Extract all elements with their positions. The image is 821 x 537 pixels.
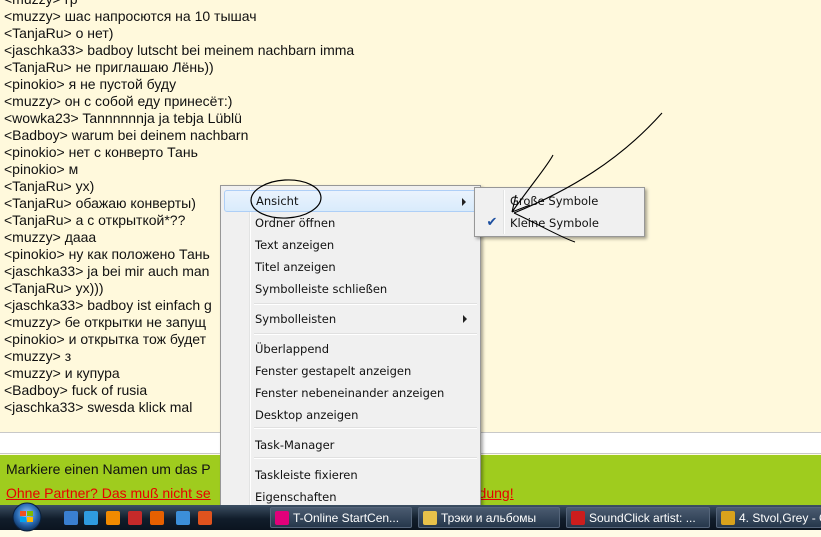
menu-separator — [254, 427, 477, 429]
taskbar-button[interactable]: 4. Stvol,Grey - O... — [716, 507, 821, 528]
menu-item-task-manager[interactable]: Task-Manager — [224, 434, 477, 456]
menu-item-kleine-symbole[interactable]: ✔ Kleine Symbole — [478, 212, 641, 234]
start-button[interactable] — [4, 502, 50, 532]
menu-item-taskleiste-fixieren[interactable]: Taskleiste fixieren — [224, 464, 477, 486]
menu-item-grosse-symbole[interactable]: Große Symbole — [478, 190, 641, 212]
taskbar-button[interactable]: Трэки и альбомы — [418, 507, 560, 528]
chat-message: <muzzy> шас напросются на 10 тышач — [4, 8, 257, 24]
menu-item-label: Überlappend — [255, 342, 330, 356]
browser-icon[interactable] — [198, 511, 212, 525]
submenu-arrow-icon — [463, 315, 467, 323]
chat-message: <wowka23> Tannnnnnja ja tebja Lüblü — [4, 110, 242, 126]
menu-item-label: Text anzeigen — [255, 238, 335, 252]
submenu-arrow-icon — [462, 198, 466, 206]
menu-item-label: Fenster nebeneinander anzeigen — [255, 386, 445, 400]
windows-orb-icon — [12, 502, 42, 532]
taskbar-context-menu: Ansicht Ordner öffnen Text anzeigen Titel a… — [220, 185, 481, 510]
chat-message: <TanjaRu> обажаю конверты) — [4, 195, 196, 211]
menu-item-label: Eigenschaften — [255, 490, 337, 504]
taskbar-button-label: 4. Stvol,Grey - O... — [739, 511, 821, 525]
menu-item-ordner-o-ffnen[interactable]: Ordner öffnen — [224, 212, 477, 234]
chat-message: <Badboy> warum bei deinem nachbarn — [4, 127, 249, 143]
menu-item-label: Ansicht — [256, 194, 299, 208]
ie-icon[interactable] — [176, 511, 190, 525]
taskbar-button-label: Трэки и альбомы — [441, 511, 537, 525]
view-submenu: Große Symbole ✔ Kleine Symbole — [474, 187, 645, 237]
info-hint-text: Markiere einen Namen um das P — [6, 461, 211, 477]
menu-item-label: Desktop anzeigen — [255, 408, 359, 422]
menu-item-symbolleisten[interactable]: Symbolleisten — [224, 308, 477, 330]
chat-message: <pinokio> м — [4, 161, 79, 177]
menu-item-label: Ordner öffnen — [255, 216, 336, 230]
menu-item-label: Task-Manager — [255, 438, 335, 452]
chat-message: <TanjaRu> о нет) — [4, 25, 114, 41]
chat-message: <Badboy> fuck of rusia — [4, 382, 148, 398]
chat-message: <TanjaRu> ух))) — [4, 280, 104, 296]
chat-message: <TanjaRu> не приглашаю Лёнь)) — [4, 59, 214, 75]
menu-item-u-berlappend[interactable]: Überlappend — [224, 338, 477, 360]
opera-icon — [571, 511, 585, 525]
menu-item-label: Kleine Symbole — [510, 216, 599, 230]
menu-item-label: Titel anzeigen — [255, 260, 336, 274]
chat-message: <TanjaRu> ух) — [4, 178, 95, 194]
taskbar-button-label: T-Online StartCen... — [293, 511, 400, 525]
taskbar: T-Online StartCen... Трэки и альбомы Sound… — [0, 502, 821, 532]
chat-message: <jaschka33> badboy lutscht bei meinem na… — [4, 42, 355, 58]
partner-ad-link[interactable]: Ohne Partner? Das muß nicht se — [6, 485, 211, 501]
checkmark-icon: ✔ — [486, 215, 498, 230]
chat-message: <muzzy> з — [4, 348, 72, 364]
chat-message: <pinokio> ну как положено Тань — [4, 246, 210, 262]
menu-item-label: Taskleiste fixieren — [255, 468, 358, 482]
music-icon[interactable] — [128, 511, 142, 525]
menu-item-fenster-nebeneinander-anzeigen[interactable]: Fenster nebeneinander anzeigen — [224, 382, 477, 404]
chat-message: <pinokio> я не пустой буду — [4, 76, 177, 92]
menu-separator — [254, 333, 477, 335]
firefox-icon[interactable] — [150, 511, 164, 525]
menu-item-text-anzeigen[interactable]: Text anzeigen — [224, 234, 477, 256]
taskbar-button-label: SoundClick artist: ... — [589, 511, 696, 525]
chat-message: <jaschka33> badboy ist einfach g — [4, 297, 212, 313]
folder-icon — [423, 511, 437, 525]
menu-item-desktop-anzeigen[interactable]: Desktop anzeigen — [224, 404, 477, 426]
menu-item-titel-anzeigen[interactable]: Titel anzeigen — [224, 256, 477, 278]
chat-message: <pinokio> нет с конверто Тань — [4, 144, 198, 160]
chat-message: <muzzy> дааа — [4, 229, 97, 245]
taskbar-button[interactable]: T-Online StartCen... — [270, 507, 412, 528]
taskbar-button[interactable]: SoundClick artist: ... — [566, 507, 710, 528]
menu-separator — [254, 457, 477, 459]
media-icon[interactable] — [84, 511, 98, 525]
chat-message: <jaschka33> swesda klick mal — [4, 399, 193, 415]
menu-item-label: Fenster gestapelt anzeigen — [255, 364, 412, 378]
menu-item-symbolleiste-schlie-en[interactable]: Symbolleiste schließen — [224, 278, 477, 300]
chat-message: <jaschka33> ja bei mir auch man — [4, 263, 210, 279]
menu-item-label: Symbolleiste schließen — [255, 282, 388, 296]
t-online-icon — [275, 511, 289, 525]
chat-message: <TanjaRu> а с открыткой*?? — [4, 212, 186, 228]
player-icon — [721, 511, 735, 525]
chat-message: <pinokio> и открытка тож будет — [4, 331, 206, 347]
menu-item-label: Große Symbole — [510, 194, 599, 208]
player-icon[interactable] — [106, 511, 120, 525]
menu-separator — [254, 303, 477, 305]
menu-item-label: Symbolleisten — [255, 312, 337, 326]
chat-message: <muzzy> гр — [4, 0, 78, 8]
chat-message: <muzzy> он с собой еду принесёт:) — [4, 93, 233, 109]
desktop-icon[interactable] — [64, 511, 78, 525]
menu-item-ansicht[interactable]: Ansicht — [224, 190, 477, 212]
chat-message: <muzzy> бе открытки не запущ — [4, 314, 207, 330]
menu-item-fenster-gestapelt-anzeigen[interactable]: Fenster gestapelt anzeigen — [224, 360, 477, 382]
chat-message: <muzzy> и купура — [4, 365, 120, 381]
